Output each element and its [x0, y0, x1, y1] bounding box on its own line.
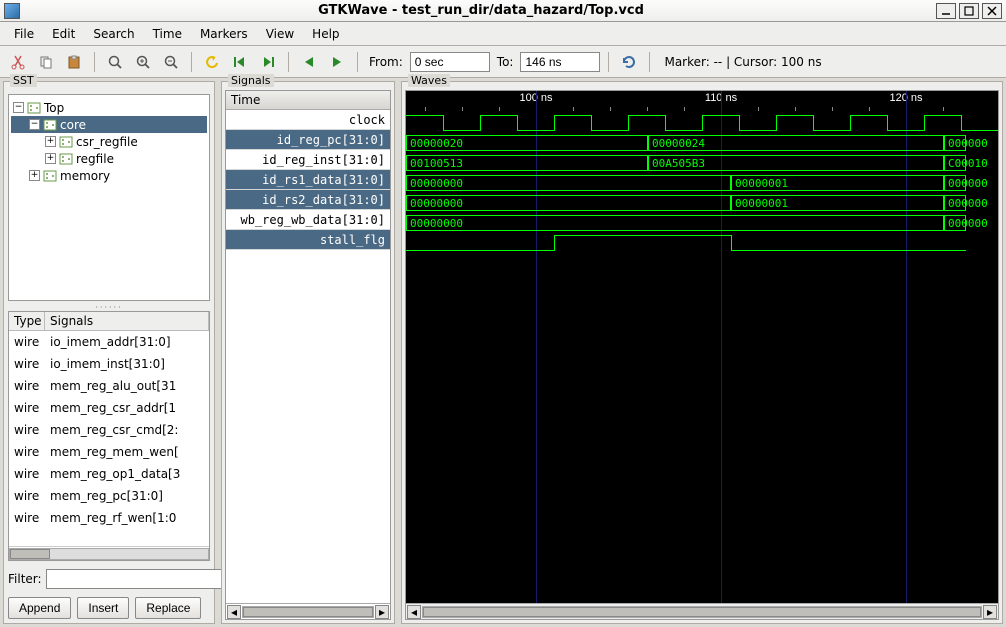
sst-signal-row[interactable]: wiremem_reg_csr_cmd[2:	[9, 419, 209, 441]
tree-node-regfile[interactable]: +regfile	[11, 150, 207, 167]
expand-icon[interactable]: −	[13, 102, 24, 113]
insert-button[interactable]: Insert	[77, 597, 129, 619]
sst-hscroll[interactable]	[9, 546, 209, 560]
scroll-right-icon[interactable]: ▸	[375, 605, 389, 619]
wave-row: 0000002000000024000000	[406, 133, 998, 153]
paste-button[interactable]	[62, 50, 86, 74]
zoom-out-button[interactable]	[159, 50, 183, 74]
tree-node-top[interactable]: −Top	[11, 99, 207, 116]
seek-start-button[interactable]	[228, 50, 252, 74]
wave-row: 00000000000000	[406, 213, 998, 233]
signal-row[interactable]: id_reg_pc[31:0]	[226, 130, 390, 150]
wave-row: 0010051300A505B3C00010	[406, 153, 998, 173]
waves-hscroll[interactable]: ◂ ▸	[406, 603, 998, 619]
cut-button[interactable]	[6, 50, 30, 74]
signal-row[interactable]: id_rs1_data[31:0]	[226, 170, 390, 190]
menu-search[interactable]: Search	[85, 24, 142, 44]
sst-label: SST	[10, 74, 37, 87]
filter-input[interactable]	[46, 569, 231, 589]
zoom-in-button[interactable]	[131, 50, 155, 74]
expand-icon[interactable]: +	[29, 170, 40, 181]
sst-signal-row[interactable]: wiremem_reg_mem_wen[	[9, 441, 209, 463]
app-icon	[4, 3, 20, 19]
signals-time-header: Time	[226, 91, 390, 110]
menubar: FileEditSearchTimeMarkersViewHelp	[0, 22, 1006, 46]
waves-label: Waves	[408, 74, 450, 87]
col-header-signals[interactable]: Signals	[45, 312, 209, 330]
tree-node-csr_regfile[interactable]: +csr_regfile	[11, 133, 207, 150]
sst-signal-row[interactable]: wiremem_reg_op1_data[3	[9, 463, 209, 485]
wave-row	[406, 113, 998, 133]
maximize-button[interactable]	[959, 3, 979, 19]
copy-button[interactable]	[34, 50, 58, 74]
status-text: Marker: -- | Cursor: 100 ns	[664, 55, 821, 69]
undo-button[interactable]	[200, 50, 224, 74]
menu-help[interactable]: Help	[304, 24, 347, 44]
signal-list[interactable]: clockid_reg_pc[31:0]id_reg_inst[31:0]id_…	[226, 110, 390, 357]
zoom-fit-button[interactable]	[103, 50, 127, 74]
titlebar: GTKWave - test_run_dir/data_hazard/Top.v…	[0, 0, 1006, 22]
tree-node-memory[interactable]: +memory	[11, 167, 207, 184]
sst-signal-row[interactable]: wiremem_reg_pc[31:0]	[9, 485, 209, 507]
signal-row[interactable]: wb_reg_wb_data[31:0]	[226, 210, 390, 230]
scroll-left-icon[interactable]: ◂	[407, 605, 421, 619]
sst-signal-row[interactable]: wireio_imem_addr[31:0]	[9, 331, 209, 353]
menu-view[interactable]: View	[258, 24, 302, 44]
reload-button[interactable]	[617, 50, 641, 74]
menu-markers[interactable]: Markers	[192, 24, 256, 44]
expand-icon[interactable]: −	[29, 119, 40, 130]
col-header-type[interactable]: Type	[9, 312, 45, 330]
minimize-button[interactable]	[936, 3, 956, 19]
sst-signal-row[interactable]: wiremem_reg_alu_out[31	[9, 375, 209, 397]
splitter-horizontal[interactable]: ······	[4, 303, 214, 309]
tree-node-core[interactable]: −core	[11, 116, 207, 133]
expand-icon[interactable]: +	[45, 153, 56, 164]
filter-label: Filter:	[8, 572, 42, 586]
replace-button[interactable]: Replace	[135, 597, 201, 619]
menu-time[interactable]: Time	[145, 24, 190, 44]
signal-row[interactable]: id_rs2_data[31:0]	[226, 190, 390, 210]
next-edge-button[interactable]	[325, 50, 349, 74]
window-title: GTKWave - test_run_dir/data_hazard/Top.v…	[26, 3, 936, 18]
sst-tree[interactable]: −Top−core+csr_regfile+regfile+memory	[8, 94, 210, 301]
from-input[interactable]	[410, 52, 490, 72]
scroll-right-icon[interactable]: ▸	[983, 605, 997, 619]
menu-file[interactable]: File	[6, 24, 42, 44]
signal-row[interactable]: id_reg_inst[31:0]	[226, 150, 390, 170]
toolbar: From: To: Marker: -- | Cursor: 100 ns	[0, 46, 1006, 78]
signal-row[interactable]: clock	[226, 110, 390, 130]
wave-row	[406, 233, 998, 253]
scroll-left-icon[interactable]: ◂	[227, 605, 241, 619]
sst-signal-table[interactable]: Type Signals wireio_imem_addr[31:0]wirei…	[8, 311, 210, 561]
to-input[interactable]	[520, 52, 600, 72]
append-button[interactable]: Append	[8, 597, 71, 619]
prev-edge-button[interactable]	[297, 50, 321, 74]
menu-edit[interactable]: Edit	[44, 24, 83, 44]
waveform-canvas[interactable]: 100 ns110 ns120 ns0000002000000024000000…	[406, 91, 998, 603]
to-label: To:	[497, 55, 514, 69]
signals-label: Signals	[228, 74, 274, 87]
seek-end-button[interactable]	[256, 50, 280, 74]
from-label: From:	[369, 55, 403, 69]
signals-hscroll[interactable]: ◂ ▸	[226, 603, 390, 619]
wave-row: 0000000000000001000000	[406, 173, 998, 193]
expand-icon[interactable]: +	[45, 136, 56, 147]
sst-signal-row[interactable]: wiremem_reg_csr_addr[1	[9, 397, 209, 419]
sst-signal-row[interactable]: wireio_imem_inst[31:0]	[9, 353, 209, 375]
close-button[interactable]	[982, 3, 1002, 19]
signal-row[interactable]: stall_flg	[226, 230, 390, 250]
sst-signal-row[interactable]: wiremem_reg_rf_wen[1:0	[9, 507, 209, 529]
wave-row: 0000000000000001000000	[406, 193, 998, 213]
